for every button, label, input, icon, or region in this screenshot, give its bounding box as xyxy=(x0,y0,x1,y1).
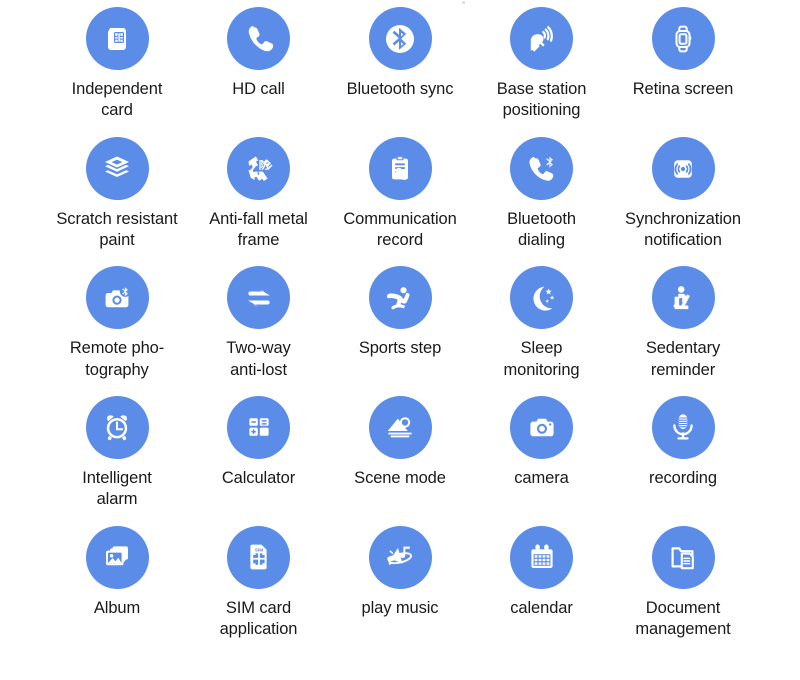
feature-item-sim-card-application[interactable]: SIM SIM card application xyxy=(197,525,321,640)
feature-label: Communication record xyxy=(343,210,457,250)
feature-item-sedentary-reminder[interactable]: Sedentary reminder xyxy=(621,266,745,380)
microphone-icon xyxy=(651,395,715,459)
feature-item-synchronization-notification[interactable]: Synchronization notification xyxy=(621,137,745,251)
feature-label: Sleep monitoring xyxy=(503,339,580,379)
feature-label: calendar xyxy=(510,598,573,617)
camera-bluetooth-icon xyxy=(85,266,149,330)
camera-icon xyxy=(510,395,573,459)
feature-item-retina-screen[interactable]: Retina screen xyxy=(621,7,745,100)
feature-label: Retina screen xyxy=(632,80,734,98)
feature-label: Document management xyxy=(635,598,731,638)
music-speaker-icon xyxy=(368,525,432,589)
feature-label: Album xyxy=(93,598,141,617)
bluetooth-icon xyxy=(368,7,432,70)
feature-item-communication-record[interactable]: Communication record xyxy=(338,137,462,251)
calendar-icon xyxy=(510,525,573,589)
two-way-arrows-icon xyxy=(227,266,290,330)
anti-fall-recycle-icon: 防 xyxy=(227,137,290,201)
feature-item-scene-mode[interactable]: Scene mode xyxy=(338,395,462,489)
feature-item-scratch-resistant-paint[interactable]: Scratch resistant paint xyxy=(55,137,179,251)
feature-row: Scratch resistant paint 防 Anti-fall meta… xyxy=(55,121,745,251)
feature-item-sports-step[interactable]: Sports step xyxy=(338,266,462,359)
svg-text:SIM: SIM xyxy=(254,548,262,553)
feature-item-bluetooth-dialing[interactable]: Bluetooth dialing xyxy=(480,137,604,251)
svg-text:防: 防 xyxy=(258,158,269,171)
feature-row: Independent card HD call Bluetooth sync xyxy=(55,0,745,121)
feature-label: Synchronization notification xyxy=(625,210,741,250)
feature-item-calendar[interactable]: calendar xyxy=(480,525,604,619)
feature-item-recording[interactable]: recording xyxy=(621,395,745,489)
feature-row: Album SIM SIM card application play musi… xyxy=(55,510,745,640)
feature-item-album[interactable]: Album xyxy=(55,525,179,619)
document-folder-icon xyxy=(651,525,715,589)
feature-label: Sedentary reminder xyxy=(645,339,721,379)
feature-label: recording xyxy=(649,468,717,487)
wireless-sync-icon xyxy=(651,137,715,201)
feature-label: HD call xyxy=(232,80,285,98)
running-person-icon xyxy=(368,266,432,330)
seated-person-icon xyxy=(651,266,715,330)
feature-label: Remote pho- tography xyxy=(69,339,165,379)
feature-label: Independent card xyxy=(71,80,163,120)
feature-label: Calculator xyxy=(221,468,296,487)
satellite-dish-icon xyxy=(510,7,573,70)
feature-label: Base station positioning xyxy=(496,80,587,120)
moon-stars-icon xyxy=(510,266,573,330)
feature-item-play-music[interactable]: play music xyxy=(338,525,462,619)
landscape-scene-icon xyxy=(368,395,432,459)
sim-card-icon xyxy=(85,7,149,70)
feature-label: Intelligent alarm xyxy=(82,468,152,508)
feature-label: Bluetooth dialing xyxy=(507,210,576,250)
feature-label: play music xyxy=(361,598,439,617)
feature-label: Scratch resistant paint xyxy=(56,210,178,250)
feature-label: Scene mode xyxy=(354,468,446,487)
feature-label: camera xyxy=(514,468,569,487)
feature-row: Intelligent alarm Calculator Scene mode … xyxy=(55,381,745,510)
feature-label: Sports step xyxy=(358,339,442,358)
feature-item-hd-call[interactable]: HD call xyxy=(197,7,321,100)
phone-handset-icon xyxy=(227,7,290,70)
feature-item-independent-card[interactable]: Independent card xyxy=(55,7,179,121)
feature-icon-grid: Independent card HD call Bluetooth sync xyxy=(0,0,800,680)
feature-item-document-management[interactable]: Document management xyxy=(621,525,745,640)
feature-label: SIM card application xyxy=(219,598,298,638)
feature-item-bluetooth-sync[interactable]: Bluetooth sync xyxy=(338,7,462,100)
smartwatch-icon xyxy=(651,7,715,70)
clipboard-phone-icon xyxy=(368,137,432,201)
feature-row: Remote pho- tography Two-way anti-lost S… xyxy=(55,251,745,380)
feature-item-calculator[interactable]: Calculator xyxy=(197,395,321,489)
sim-application-icon: SIM xyxy=(227,525,290,589)
feature-item-camera[interactable]: camera xyxy=(480,395,604,489)
layers-icon xyxy=(85,137,149,201)
calculator-icon xyxy=(227,395,290,459)
feature-label: Anti-fall metal frame xyxy=(209,210,308,250)
feature-item-intelligent-alarm[interactable]: Intelligent alarm xyxy=(55,395,179,510)
feature-item-base-station-positioning[interactable]: Base station positioning xyxy=(480,7,604,121)
feature-item-two-way-anti-lost[interactable]: Two-way anti-lost xyxy=(197,266,321,380)
photo-album-icon xyxy=(85,525,149,589)
feature-label: Bluetooth sync xyxy=(346,80,454,98)
feature-item-sleep-monitoring[interactable]: Sleep monitoring xyxy=(480,266,604,380)
feature-item-anti-fall-metal-frame[interactable]: 防 Anti-fall metal frame xyxy=(197,137,321,251)
feature-item-remote-photography[interactable]: Remote pho- tography xyxy=(55,266,179,380)
top-edge-artifact xyxy=(462,1,465,4)
alarm-clock-icon xyxy=(85,395,149,459)
phone-bluetooth-icon xyxy=(510,137,573,201)
feature-label: Two-way anti-lost xyxy=(226,339,291,379)
